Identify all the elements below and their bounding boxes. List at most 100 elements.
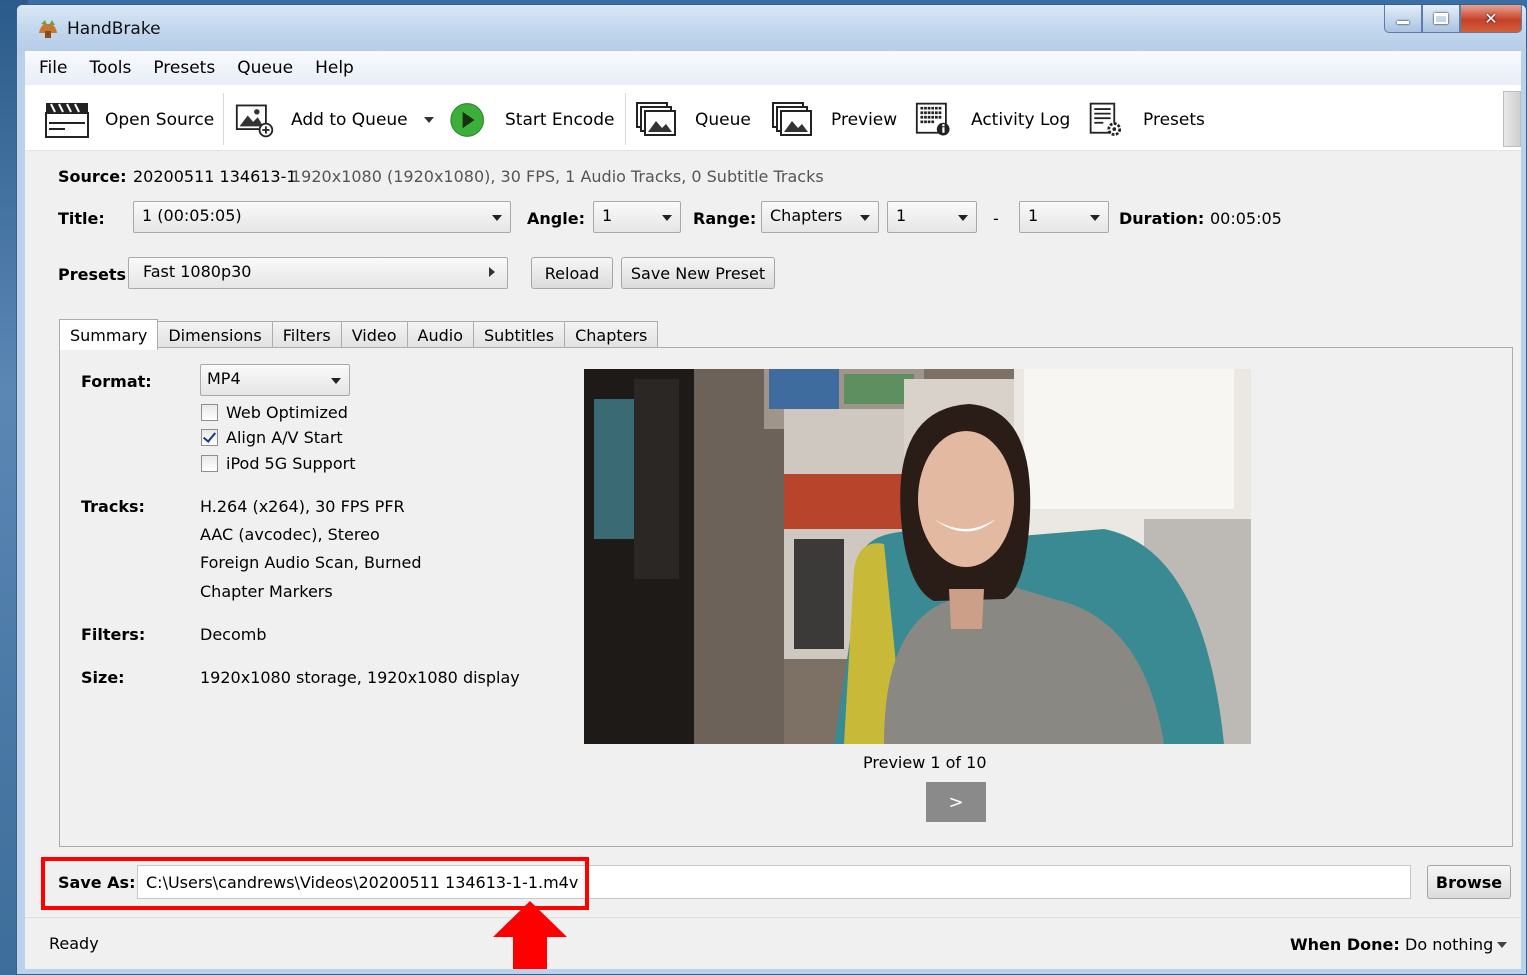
angle-dropdown-value: 1 <box>602 206 613 225</box>
checkbox-checked <box>201 429 218 446</box>
menu-file[interactable]: File <box>39 58 67 78</box>
clapperboard-icon <box>45 103 89 138</box>
preview-button[interactable]: Preview <box>771 101 897 139</box>
chevron-down-icon[interactable] <box>423 117 434 123</box>
activity-log-button[interactable]: Activity Log <box>915 101 1070 139</box>
checkbox-unchecked <box>201 455 218 472</box>
format-dropdown[interactable]: MP4 <box>200 364 350 396</box>
track-audio: AAC (avcodec), Stereo <box>200 525 380 544</box>
add-to-queue-button[interactable]: Add to Queue <box>235 101 434 139</box>
chevron-down-icon <box>492 215 502 221</box>
add-picture-icon <box>235 104 274 138</box>
chevron-down-icon <box>958 215 968 221</box>
preview-icon <box>772 102 812 136</box>
when-done-value: Do nothing <box>1405 935 1494 954</box>
maximize-button[interactable] <box>1422 5 1460 33</box>
menu-presets[interactable]: Presets <box>153 58 215 78</box>
source-label: Source: <box>58 167 127 186</box>
browse-button[interactable]: Browse <box>1427 865 1511 899</box>
activity-log-icon <box>915 102 950 136</box>
start-encode-label: Start Encode <box>505 110 615 130</box>
queue-icon <box>636 102 676 136</box>
web-optimized-label: Web Optimized <box>226 403 348 422</box>
title-bar[interactable]: HandBrake ✕ <box>17 5 1526 51</box>
toolbar-overflow-scrollbar[interactable] <box>1503 91 1521 147</box>
menu-queue[interactable]: Queue <box>237 58 293 78</box>
preview-label: Preview <box>831 110 898 130</box>
red-arrow-annotation <box>493 901 567 969</box>
toolbar: Open Source Add to Queue Start Encode Qu… <box>25 85 1521 151</box>
tab-dimensions[interactable]: Dimensions <box>158 321 273 349</box>
preview-caption: Preview 1 of 10 <box>863 753 987 772</box>
range-start-dropdown[interactable]: 1 <box>887 201 977 233</box>
client-area: File Tools Presets Queue Help Open Sourc… <box>25 51 1521 969</box>
track-subtitle: Foreign Audio Scan, Burned <box>200 553 422 572</box>
save-new-preset-button[interactable]: Save New Preset <box>621 257 775 289</box>
format-label: Format: <box>81 372 152 391</box>
minimize-button[interactable] <box>1384 5 1422 33</box>
toolbar-separator <box>625 93 626 145</box>
window-title: HandBrake <box>67 19 161 39</box>
presets-gear-icon <box>1089 102 1122 136</box>
presets-label: Presets <box>58 265 127 284</box>
maximize-icon <box>1434 13 1448 24</box>
next-preview-button[interactable]: > <box>926 782 986 822</box>
align-av-start-checkbox[interactable]: Align A/V Start <box>201 428 343 447</box>
web-optimized-checkbox[interactable]: Web Optimized <box>201 403 348 422</box>
presets-label: Presets <box>1143 110 1205 130</box>
minimize-icon <box>1397 21 1409 24</box>
tab-subtitles[interactable]: Subtitles <box>474 321 566 349</box>
tab-filters[interactable]: Filters <box>272 321 342 349</box>
close-icon: ✕ <box>1484 9 1498 28</box>
angle-dropdown[interactable]: 1 <box>593 201 681 233</box>
range-type-value: Chapters <box>770 206 843 225</box>
summary-panel: Format: MP4 Web Optimized Align A/V Star… <box>59 347 1513 847</box>
queue-label: Queue <box>695 110 751 130</box>
tab-summary[interactable]: Summary <box>59 319 159 350</box>
title-label: Title: <box>58 209 105 228</box>
presets-button[interactable]: Presets <box>1087 101 1205 139</box>
range-end-dropdown[interactable]: 1 <box>1019 201 1109 233</box>
chevron-right-icon <box>489 267 495 277</box>
tab-audio[interactable]: Audio <box>407 321 474 349</box>
preset-selector-value: Fast 1080p30 <box>143 262 252 281</box>
range-end-value: 1 <box>1028 206 1039 225</box>
start-encode-button[interactable]: Start Encode <box>449 101 614 139</box>
source-info: 1920x1080 (1920x1080), 30 FPS, 1 Audio T… <box>291 167 824 186</box>
reload-button[interactable]: Reload <box>531 257 613 289</box>
source-name: 20200511 134613-1 <box>133 167 297 186</box>
range-label: Range: <box>693 209 757 228</box>
range-start-value: 1 <box>896 206 907 225</box>
track-video: H.264 (x264), 30 FPS PFR <box>200 497 405 516</box>
handbrake-window: HandBrake ✕ File Tools Presets Queue Hel… <box>16 4 1527 975</box>
ipod-5g-checkbox[interactable]: iPod 5G Support <box>201 454 355 473</box>
queue-button[interactable]: Queue <box>635 101 751 139</box>
range-dash: - <box>993 209 999 228</box>
open-source-button[interactable]: Open Source <box>45 101 214 139</box>
menu-help[interactable]: Help <box>315 58 354 78</box>
tracks-label: Tracks: <box>81 497 145 516</box>
tab-chapters[interactable]: Chapters <box>565 321 659 349</box>
angle-label: Angle: <box>527 209 585 228</box>
size-label: Size: <box>81 668 125 687</box>
chevron-down-icon <box>1497 941 1508 948</box>
range-type-dropdown[interactable]: Chapters <box>761 201 879 233</box>
title-dropdown[interactable]: 1 (00:05:05) <box>133 201 511 233</box>
webcam-frame-image <box>584 369 1251 744</box>
ipod-5g-label: iPod 5G Support <box>226 454 356 473</box>
status-text: Ready <box>49 934 99 953</box>
track-chapters: Chapter Markers <box>200 582 333 601</box>
settings-tabs: Summary Dimensions Filters Video Audio S… <box>59 319 659 350</box>
menu-tools[interactable]: Tools <box>89 58 131 78</box>
filters-label: Filters: <box>81 625 146 644</box>
preview-image <box>584 369 1251 744</box>
filters-value: Decomb <box>200 625 267 644</box>
preset-selector[interactable]: Fast 1080p30 <box>128 257 508 289</box>
chevron-down-icon <box>662 215 672 221</box>
when-done-dropdown[interactable]: Do nothing <box>1405 935 1508 954</box>
add-to-queue-label: Add to Queue <box>291 110 408 130</box>
open-source-label: Open Source <box>105 110 215 130</box>
close-button[interactable]: ✕ <box>1460 5 1522 33</box>
tab-video[interactable]: Video <box>341 321 408 349</box>
align-av-start-label: Align A/V Start <box>226 428 343 447</box>
